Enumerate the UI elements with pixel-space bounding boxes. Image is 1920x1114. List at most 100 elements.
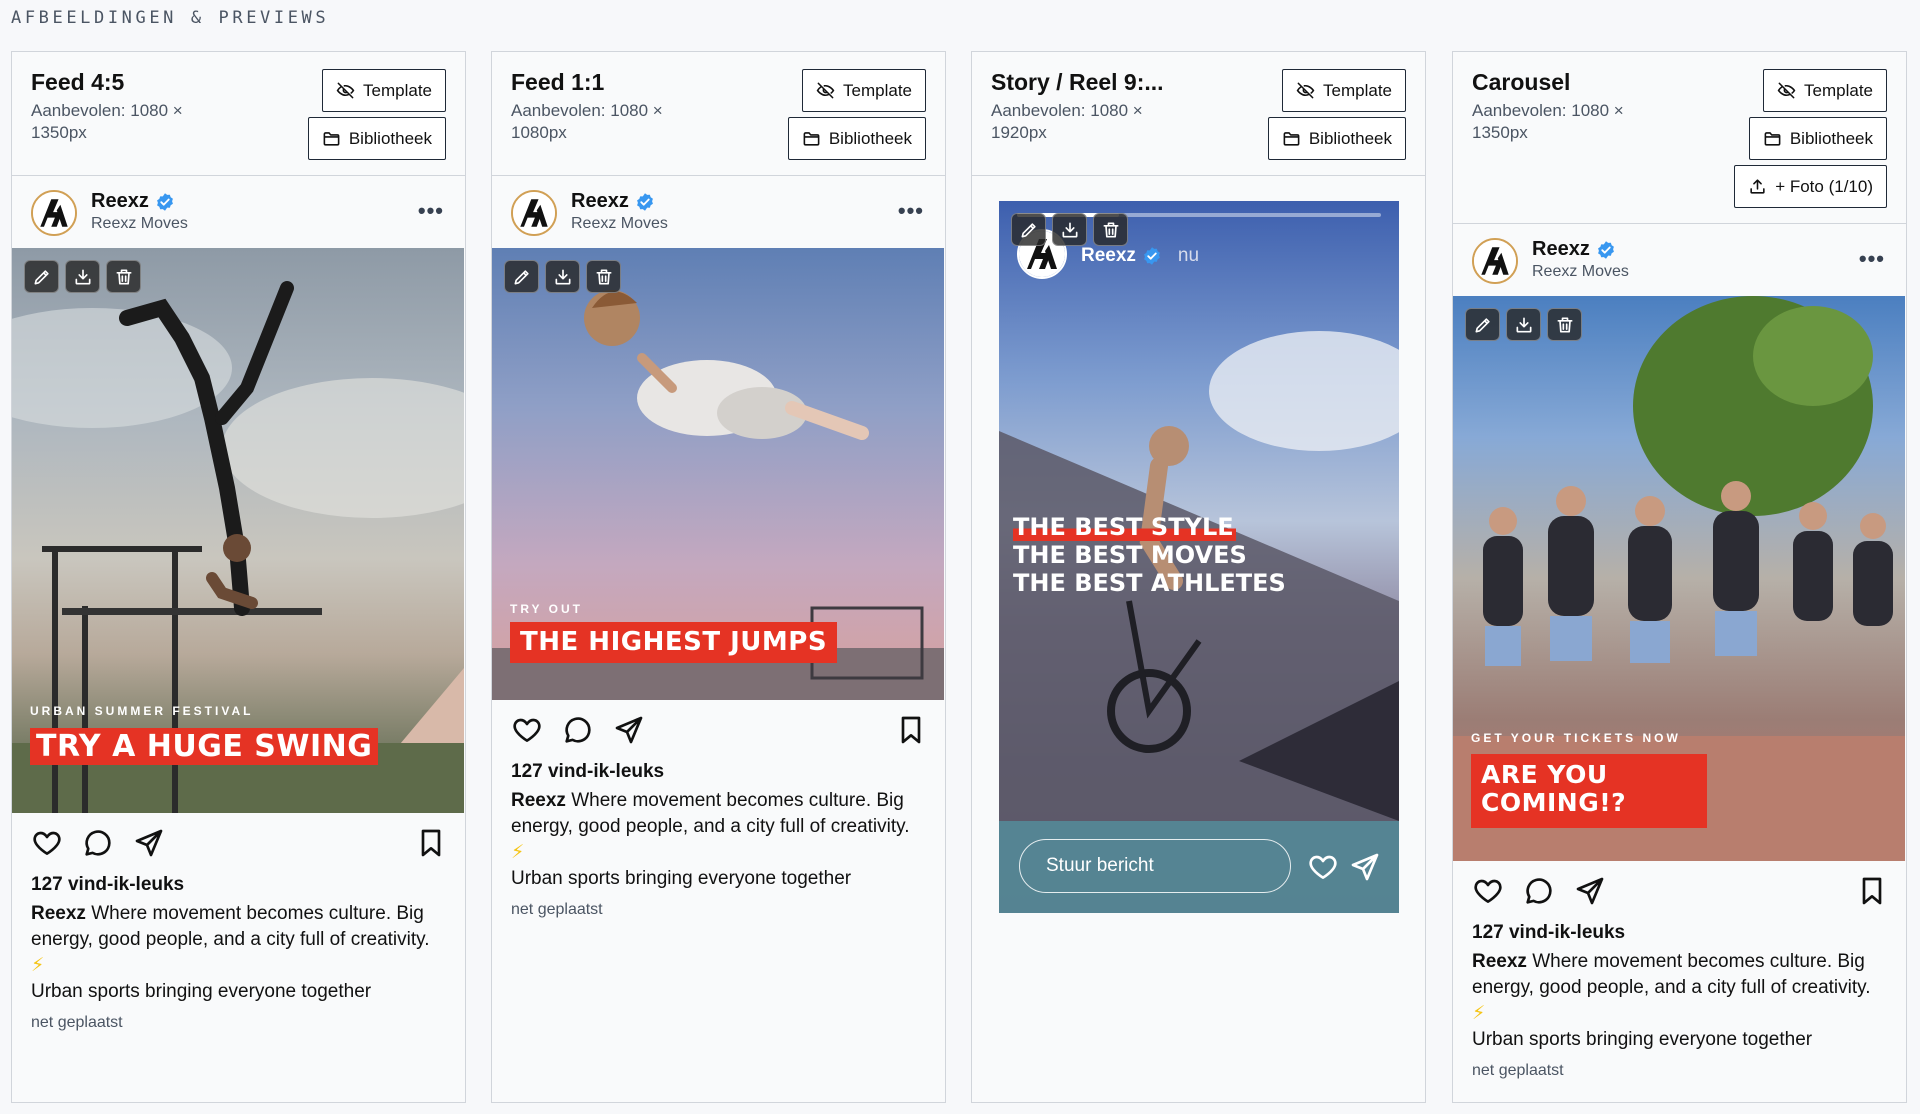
library-button-label: Bibliotheek	[828, 128, 912, 148]
banner-kicker: URBAN SUMMER FESTIVAL	[30, 704, 254, 718]
edit-image-button[interactable]	[24, 260, 59, 293]
post-actions	[1472, 875, 1888, 911]
more-icon[interactable]: •••	[418, 198, 444, 224]
bookmark-icon[interactable]	[1856, 875, 1888, 907]
verified-icon	[635, 192, 655, 212]
post-caption: Reexz Where movement becomes culture. Bi…	[31, 901, 441, 1005]
posted-status: net geplaatst	[511, 901, 603, 918]
edit-image-button[interactable]	[504, 260, 539, 293]
caption-author: Reexz	[31, 903, 86, 924]
avatar[interactable]	[31, 190, 77, 236]
story-message-input[interactable]: Stuur bericht	[1019, 839, 1291, 893]
eye-off-icon	[336, 81, 355, 100]
verified-icon	[1596, 240, 1616, 260]
story-heart-icon[interactable]	[1307, 851, 1339, 883]
avatar[interactable]	[511, 190, 557, 236]
add-photo-button-label: + Foto (1/10)	[1775, 176, 1873, 196]
delete-image-button[interactable]	[106, 260, 141, 293]
card-header: Feed 1:1 Aanbevolen: 1080 × 1080px Templ…	[492, 52, 945, 176]
card-title: Feed 1:1	[511, 69, 605, 95]
account-name[interactable]: Reexz	[571, 190, 655, 213]
caption-text: Where movement becomes culture. Big ener…	[31, 903, 430, 950]
avatar[interactable]	[1472, 238, 1518, 284]
reexz-logo-icon	[513, 192, 555, 234]
card-description: Aanbevolen: 1080 × 1350px	[31, 101, 183, 142]
comment-icon[interactable]	[82, 827, 114, 859]
post-caption: Reexz Where movement becomes culture. Bi…	[511, 788, 921, 892]
heart-icon[interactable]	[511, 714, 543, 746]
post-image[interactable]: GET YOUR TICKETS NOW ARE YOU COMING!?	[1453, 296, 1905, 861]
preview-card-feed-1-1: Feed 1:1 Aanbevolen: 1080 × 1080px Templ…	[491, 51, 946, 1103]
send-icon[interactable]	[1574, 875, 1606, 907]
delete-image-button[interactable]	[1093, 213, 1128, 246]
download-image-button[interactable]	[545, 260, 580, 293]
banner-headline: ARE YOU COMING!?	[1471, 754, 1707, 828]
send-icon[interactable]	[613, 714, 645, 746]
story-line-2: THE BEST MOVES	[1013, 541, 1247, 569]
delete-image-button[interactable]	[1547, 308, 1582, 341]
edit-image-button[interactable]	[1465, 308, 1500, 341]
image-tools	[24, 260, 141, 293]
pencil-icon	[1473, 315, 1493, 335]
folder-icon	[1763, 129, 1782, 148]
verified-icon	[155, 192, 175, 212]
post-header: Reexz Reexz Moves •••	[492, 176, 944, 248]
library-button[interactable]: Bibliotheek	[1748, 117, 1887, 160]
bookmark-icon[interactable]	[415, 827, 447, 859]
caption-line-2: Urban sports bringing everyone together	[1472, 1029, 1813, 1050]
image-tools	[1465, 308, 1582, 341]
pencil-icon	[1019, 220, 1039, 240]
library-button-label: Bibliotheek	[348, 128, 432, 148]
send-icon[interactable]	[133, 827, 165, 859]
story-send-icon[interactable]	[1349, 851, 1381, 883]
post-image[interactable]: URBAN SUMMER FESTIVAL TRY A HUGE SWING	[12, 248, 464, 813]
add-photo-button[interactable]: + Foto (1/10)	[1734, 165, 1887, 208]
more-icon[interactable]: •••	[1859, 246, 1885, 272]
pencil-icon	[32, 267, 52, 287]
caption-author: Reexz	[1472, 951, 1527, 972]
download-image-button[interactable]	[65, 260, 100, 293]
template-toggle-button[interactable]: Template	[1282, 69, 1406, 112]
card-title: Carousel	[1472, 69, 1571, 95]
comment-icon[interactable]	[562, 714, 594, 746]
template-toggle-button[interactable]: Template	[322, 69, 446, 112]
delete-image-button[interactable]	[586, 260, 621, 293]
preview-card-story-reel: Story / Reel 9:... Aanbevolen: 1080 × 19…	[971, 51, 1426, 1103]
post-image[interactable]: TRY OUT THE HIGHEST JUMPS	[492, 248, 944, 700]
library-button[interactable]: Bibliotheek	[787, 117, 926, 160]
library-button[interactable]: Bibliotheek	[1267, 117, 1406, 160]
heart-icon[interactable]	[31, 827, 63, 859]
edit-image-button[interactable]	[1011, 213, 1046, 246]
card-header: Carousel Aanbevolen: 1080 × 1350px Templ…	[1453, 52, 1906, 224]
template-toggle-button[interactable]: Template	[1763, 69, 1887, 112]
template-toggle-button[interactable]: Template	[802, 69, 926, 112]
library-button[interactable]: Bibliotheek	[307, 117, 446, 160]
comment-icon[interactable]	[1523, 875, 1555, 907]
more-icon[interactable]: •••	[898, 198, 924, 224]
heart-icon[interactable]	[1472, 875, 1504, 907]
likes-count: 127 vind-ik-leuks	[31, 874, 185, 895]
card-description: Aanbevolen: 1080 × 1920px	[991, 101, 1143, 142]
download-image-button[interactable]	[1052, 213, 1087, 246]
account-name[interactable]: Reexz	[91, 190, 175, 213]
story-headline: THE BEST STYLE THE BEST MOVES THE BEST A…	[1013, 513, 1286, 597]
account-subtitle: Reexz Moves	[571, 215, 668, 232]
template-button-label: Template	[843, 80, 912, 100]
posted-status: net geplaatst	[31, 1014, 123, 1031]
trash-icon	[114, 267, 134, 287]
post-header: Reexz Reexz Moves •••	[1453, 224, 1905, 296]
card-header: Story / Reel 9:... Aanbevolen: 1080 × 19…	[972, 52, 1425, 176]
story-account[interactable]: Reexz nu	[1081, 245, 1199, 267]
download-icon	[73, 267, 93, 287]
story-image[interactable]: Reexz nu THE BEST STYLE THE BEST MOVES T…	[999, 201, 1399, 913]
bookmark-icon[interactable]	[895, 714, 927, 746]
image-tools	[1011, 213, 1128, 246]
card-title: Feed 4:5	[31, 69, 125, 95]
account-name-text: Reexz	[91, 190, 149, 212]
account-name[interactable]: Reexz	[1532, 238, 1616, 261]
download-image-button[interactable]	[1506, 308, 1541, 341]
trash-icon	[594, 267, 614, 287]
caption-line-2: Urban sports bringing everyone together	[31, 981, 372, 1002]
folder-icon	[1282, 129, 1301, 148]
account-subtitle: Reexz Moves	[91, 215, 188, 232]
